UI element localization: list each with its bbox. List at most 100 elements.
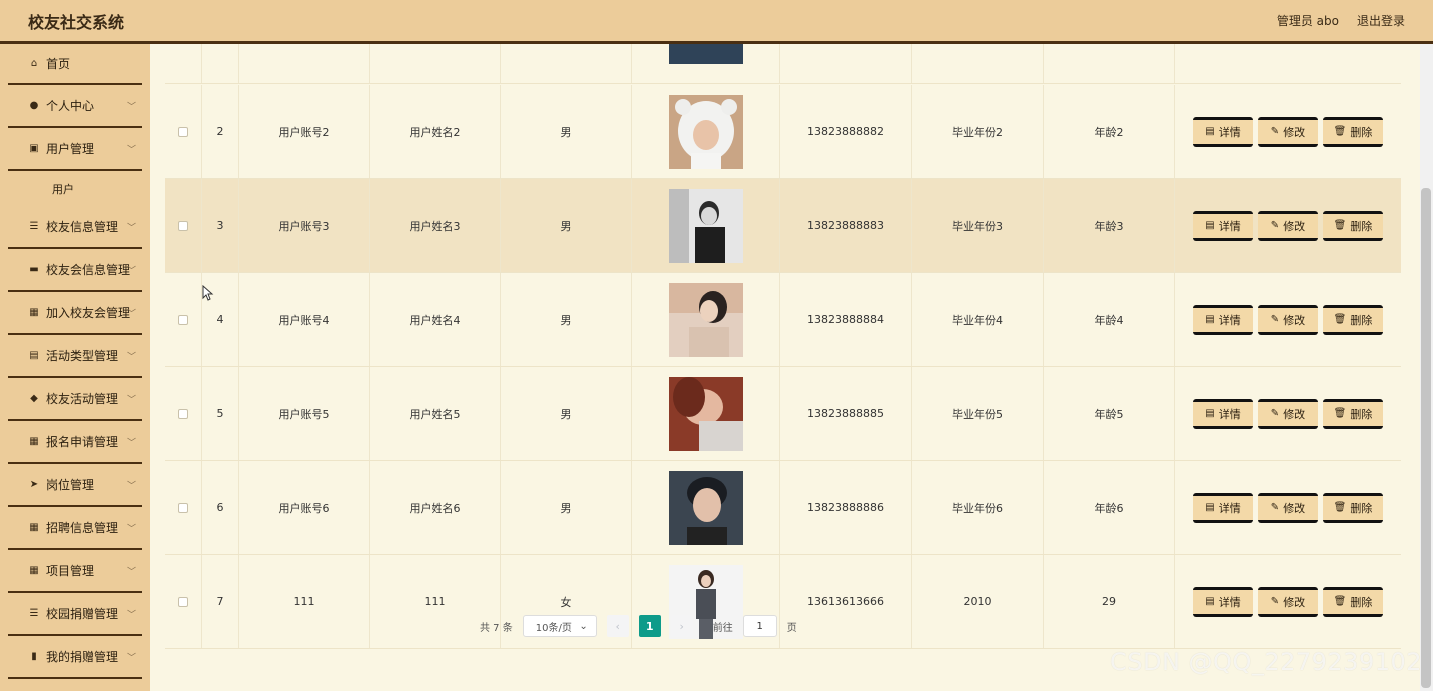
app-title: 校友社交系统 (28, 12, 125, 32)
trash-icon: 🗑 (1333, 220, 1347, 231)
main-content: 2 用户账号2 用户姓名2 男 13823888882 毕业年份2 年龄2 ▤ 详… (150, 0, 1425, 691)
sidebar-item-label: 校友信息管理 (46, 220, 119, 234)
detail-button[interactable]: ▤ 详情 (1193, 492, 1253, 523)
sidebar-item-label: 活动类型管理 (46, 349, 119, 363)
row-checkbox[interactable] (178, 126, 188, 137)
delete-button[interactable]: 🗑 删除 (1323, 116, 1383, 147)
phone-cell: 13823888882 (780, 85, 912, 178)
total-count: 共 7 条 (480, 622, 513, 634)
row-index: 2 (202, 85, 239, 178)
delete-button[interactable]: 🗑 删除 (1323, 210, 1383, 241)
trash-icon: 🗑 (1333, 314, 1347, 325)
sidebar-item-activity-types[interactable]: ▤ 活动类型管理 ﹀ (8, 335, 142, 378)
row-actions: ▤ 详情 ✎ 修改 🗑 删除 (1175, 555, 1401, 648)
graduation-year-cell: 2010 (912, 555, 1044, 648)
user-photo (668, 376, 743, 451)
next-page-button[interactable]: › (670, 615, 693, 637)
sidebar-item-profile[interactable]: ● 个人中心 ﹀ (8, 85, 142, 128)
detail-button[interactable]: ▤ 详情 (1193, 586, 1253, 617)
edit-button[interactable]: ✎ 修改 (1258, 492, 1318, 523)
grid-icon: ▦ (29, 565, 39, 576)
delete-button[interactable]: 🗑 删除 (1323, 492, 1383, 523)
page-size-select[interactable]: 10条/页 ⌄ (522, 615, 597, 637)
sliders-icon: ☰ (29, 608, 39, 619)
name-cell: 用户姓名4 (370, 273, 501, 366)
delete-button[interactable]: 🗑 删除 (1323, 398, 1383, 429)
scrollbar-thumb[interactable] (1421, 188, 1431, 688)
delete-button[interactable]: 🗑 删除 (1323, 304, 1383, 335)
delete-button[interactable]: 🗑 删除 (1323, 586, 1383, 617)
age-cell: 年龄2 (1044, 85, 1175, 178)
row-checkbox[interactable] (178, 314, 188, 325)
row-checkbox[interactable] (178, 596, 188, 607)
chevron-down-icon: ﹀ (126, 438, 136, 448)
sidebar-item-alumni-activities[interactable]: ◆ 校友活动管理 ﹀ (8, 378, 142, 421)
detail-button[interactable]: ▤ 详情 (1193, 116, 1253, 147)
top-right-links: 管理员 abo 退出登录 (1277, 12, 1405, 29)
edit-icon: ✎ (1270, 314, 1280, 325)
age-cell: 年龄4 (1044, 273, 1175, 366)
sidebar-item-recruitment[interactable]: ▦ 招聘信息管理 ﹀ (8, 507, 142, 550)
sidebar-item-campus-donations[interactable]: ☰ 校园捐赠管理 ﹀ (8, 593, 142, 636)
document-icon: ▤ (1205, 408, 1215, 419)
table-row: 3 用户账号3 用户姓名3 男 13823888883 毕业年份3 年龄3 ▤ 详… (165, 179, 1401, 273)
sidebar-item-my-donations[interactable]: ▮ 我的捐赠管理 ﹀ (8, 636, 142, 679)
row-actions: ▤ 详情 ✎ 修改 🗑 删除 (1175, 367, 1401, 460)
row-checkbox[interactable] (178, 220, 188, 231)
sidebar-subitem-user[interactable]: 用户 (0, 171, 150, 206)
chevron-down-icon: ﹀ (126, 266, 136, 276)
document-icon: ▤ (1205, 596, 1215, 607)
sidebar-item-positions[interactable]: ➤ 岗位管理 ﹀ (8, 464, 142, 507)
gender-cell: 男 (501, 85, 632, 178)
graduation-year-cell: 毕业年份2 (912, 85, 1044, 178)
row-index: 7 (202, 555, 239, 648)
sidebar-item-registrations[interactable]: ▦ 报名申请管理 ﹀ (8, 421, 142, 464)
table-row: 6 用户账号6 用户姓名6 男 13823888886 毕业年份6 年龄6 ▤ 详… (165, 461, 1401, 555)
sidebar-item-users[interactable]: ▣ 用户管理 ﹀ (8, 128, 142, 171)
chevron-down-icon: ﹀ (126, 395, 136, 405)
detail-button[interactable]: ▤ 详情 (1193, 304, 1253, 335)
table-row: 5 用户账号5 用户姓名5 男 13823888885 毕业年份5 年龄5 ▤ 详… (165, 367, 1401, 461)
edit-button[interactable]: ✎ 修改 (1258, 304, 1318, 335)
edit-button[interactable]: ✎ 修改 (1258, 210, 1318, 241)
home-icon: ⌂ (30, 58, 38, 69)
sidebar-item-label: 招聘信息管理 (46, 521, 119, 535)
edit-icon: ✎ (1270, 596, 1280, 607)
detail-button[interactable]: ▤ 详情 (1193, 210, 1253, 241)
document-icon: ▤ (1205, 314, 1215, 325)
logout-link[interactable]: 退出登录 (1357, 12, 1405, 29)
briefcase-icon: ▬ (29, 264, 39, 275)
thumbs-up-icon: ◆ (30, 393, 38, 404)
page-number[interactable]: 1 (638, 615, 661, 637)
sidebar-item-home[interactable]: ⌂ 首页 (8, 44, 142, 85)
sidebar-item-join-association[interactable]: ▦ 加入校友会管理 ﹀ (8, 292, 142, 335)
account-cell: 用户账号2 (239, 85, 370, 178)
phone-cell: 13613613666 (780, 555, 912, 648)
row-index: 3 (202, 179, 239, 272)
chevron-down-icon: ﹀ (126, 145, 136, 155)
edit-icon: ✎ (1270, 502, 1280, 513)
prev-page-button[interactable]: ‹ (606, 615, 629, 637)
document-icon: ▤ (1205, 220, 1215, 231)
chevron-down-icon: ⌄ (579, 620, 588, 632)
sidebar-item-projects[interactable]: ▦ 项目管理 ﹀ (8, 550, 142, 593)
goto-page-input[interactable]: 1 (742, 615, 777, 637)
sidebar-item-alumni-info[interactable]: ☰ 校友信息管理 ﹀ (8, 206, 142, 249)
account-cell: 用户账号4 (239, 273, 370, 366)
detail-button[interactable]: ▤ 详情 (1193, 398, 1253, 429)
edit-icon: ✎ (1270, 408, 1280, 419)
sidebar-item-association-info[interactable]: ▬ 校友会信息管理 ﹀ (8, 249, 142, 292)
row-checkbox[interactable] (178, 502, 188, 513)
edit-button[interactable]: ✎ 修改 (1258, 398, 1318, 429)
current-user[interactable]: 管理员 abo (1277, 12, 1339, 29)
age-cell: 29 (1044, 555, 1175, 648)
chevron-down-icon: ﹀ (126, 524, 136, 534)
trash-icon: 🗑 (1333, 126, 1347, 137)
age-cell: 年龄6 (1044, 461, 1175, 554)
row-index: 6 (202, 461, 239, 554)
row-checkbox[interactable] (178, 408, 188, 419)
sidebar-item-label: 用户管理 (46, 142, 95, 156)
edit-button[interactable]: ✎ 修改 (1258, 116, 1318, 147)
name-cell: 用户姓名6 (370, 461, 501, 554)
edit-button[interactable]: ✎ 修改 (1258, 586, 1318, 617)
